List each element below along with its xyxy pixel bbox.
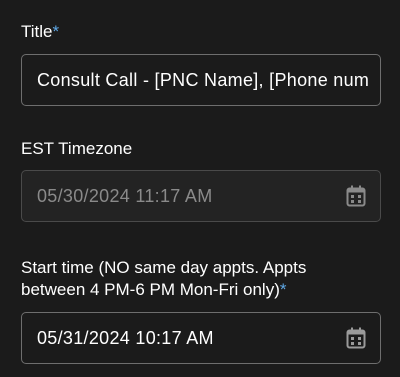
start-time-input[interactable]: 05/31/2024 10:17 AM (21, 312, 381, 364)
est-timezone-label: EST Timezone (21, 139, 133, 158)
title-input[interactable]: Consult Call - [PNC Name], [Phone num (21, 54, 381, 106)
est-timezone-field: 05/30/2024 11:17 AM (21, 170, 381, 222)
start-time-label-line1: Start time (NO same day appts. Appts (21, 258, 307, 277)
title-label: Title* (21, 21, 59, 43)
start-time-value[interactable]: 05/31/2024 10:17 AM (37, 313, 372, 363)
start-time-label-line2: between 4 PM-6 PM Mon-Fri only) (21, 280, 280, 299)
title-label-text: Title (21, 22, 53, 41)
title-input-value[interactable]: Consult Call - [PNC Name], [Phone num (37, 55, 372, 105)
calendar-icon[interactable] (346, 327, 366, 349)
required-marker: * (52, 22, 60, 41)
required-marker: * (279, 280, 287, 299)
calendar-icon (346, 185, 366, 207)
est-timezone-value: 05/30/2024 11:17 AM (37, 186, 213, 206)
start-time-label: Start time (NO same day appts. Appts bet… (21, 257, 306, 301)
